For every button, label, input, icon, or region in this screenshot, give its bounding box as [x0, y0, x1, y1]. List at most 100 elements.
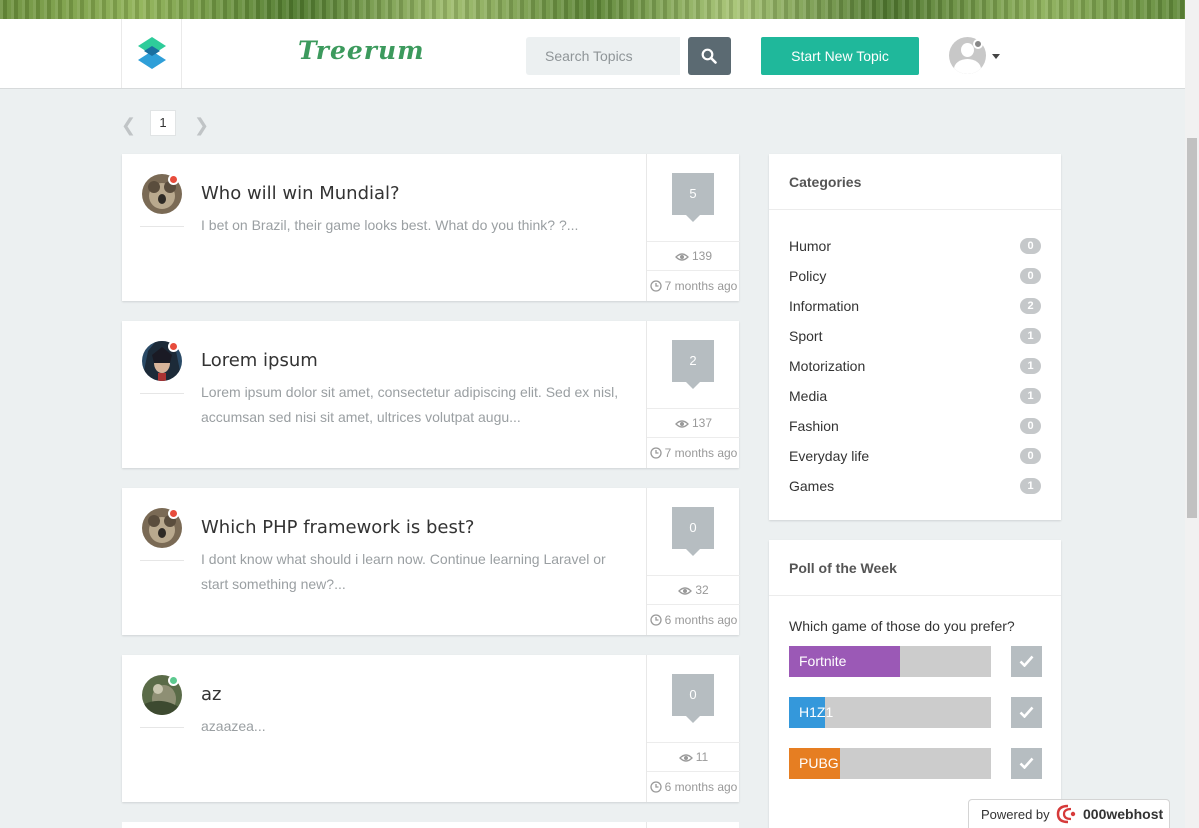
- poll-option-label: H1Z1: [799, 704, 834, 720]
- topic-stats: 5 139 7 months ago: [646, 154, 740, 301]
- clock-icon: [649, 781, 662, 793]
- search-button[interactable]: [688, 37, 731, 75]
- view-count: 32: [647, 575, 740, 605]
- status-badge: [168, 675, 179, 686]
- topic-stats: 2 137 7 months ago: [646, 321, 740, 468]
- category-name: Humor: [789, 238, 832, 254]
- status-badge: [168, 508, 179, 519]
- search-icon: [701, 48, 717, 64]
- topic-card[interactable]: [122, 822, 739, 828]
- category-name: Games: [789, 478, 835, 494]
- eye-icon: [675, 420, 689, 428]
- topic-card[interactable]: Lorem ipsum Lorem ipsum dolor sit amet, …: [122, 321, 740, 468]
- topic-title[interactable]: Lorem ipsum: [201, 350, 318, 371]
- topic-excerpt: azaazea...: [201, 718, 266, 734]
- site-logo[interactable]: [121, 19, 182, 88]
- powered-by-label: Powered by: [981, 807, 1050, 822]
- post-time-value: 7 months ago: [664, 446, 738, 460]
- poll-question: Which game of those do you prefer?: [789, 618, 1015, 634]
- powered-by-badge[interactable]: Powered by 000webhost: [968, 799, 1170, 828]
- reply-count: 0: [672, 674, 714, 723]
- chevron-right-icon[interactable]: ❯: [194, 115, 209, 136]
- eye-icon: [675, 253, 689, 261]
- reply-count: 5: [672, 173, 714, 222]
- poll-option: PUBG: [789, 748, 1042, 779]
- vote-button[interactable]: [1011, 697, 1042, 728]
- topic-stats: 0 11 6 months ago: [646, 655, 740, 802]
- poll-option: H1Z1: [789, 697, 1042, 728]
- category-item[interactable]: Sport 1: [769, 321, 1061, 351]
- post-time-value: 7 months ago: [664, 279, 738, 293]
- view-count: 11: [647, 742, 740, 772]
- poll-result-bar: H1Z1: [789, 697, 991, 728]
- user-menu[interactable]: [949, 37, 1001, 75]
- check-icon: [1019, 757, 1034, 769]
- scrollbar[interactable]: [1185, 0, 1199, 828]
- category-name: Fashion: [789, 418, 839, 434]
- category-item[interactable]: Policy 0: [769, 261, 1061, 291]
- view-count-value: 11: [695, 750, 709, 764]
- reply-count: 0: [672, 507, 714, 556]
- post-time: 7 months ago: [647, 271, 740, 301]
- page-number[interactable]: 1: [150, 110, 176, 136]
- topic-title[interactable]: az: [201, 684, 221, 705]
- topic-stats: 0 32 6 months ago: [646, 488, 740, 635]
- topic-card[interactable]: Which PHP framework is best? I dont know…: [122, 488, 740, 635]
- start-new-topic-button[interactable]: Start New Topic: [761, 37, 919, 75]
- status-badge: [168, 174, 179, 185]
- vote-button[interactable]: [1011, 748, 1042, 779]
- category-item[interactable]: Fashion 0: [769, 411, 1061, 441]
- poll-result-bar: PUBG: [789, 748, 991, 779]
- view-count: 137: [647, 408, 740, 438]
- category-count: 0: [1020, 268, 1041, 284]
- category-item[interactable]: Everyday life 0: [769, 441, 1061, 471]
- poll-option-label: Fortnite: [799, 653, 847, 669]
- category-name: Sport: [789, 328, 823, 344]
- logo-icon: [138, 37, 166, 69]
- poll-panel: Poll of the Week Which game of those do …: [769, 540, 1061, 828]
- category-list: Humor 0 Policy 0 Information 2 Sport 1 Motor…: [769, 210, 1061, 501]
- brand-name[interactable]: Treerum: [298, 36, 425, 65]
- category-count: 0: [1020, 238, 1041, 254]
- vote-button[interactable]: [1011, 646, 1042, 677]
- clock-icon: [649, 614, 662, 626]
- chevron-left-icon[interactable]: ❮: [121, 115, 136, 136]
- topic-excerpt: I bet on Brazil, their game looks best. …: [201, 217, 579, 233]
- topic-card[interactable]: az azaazea... 0 11 6 months ago: [122, 655, 740, 802]
- poll-option: Fortnite: [789, 646, 1042, 677]
- divider: [646, 822, 647, 828]
- clock-icon: [649, 280, 662, 292]
- category-item[interactable]: Motorization 1: [769, 351, 1061, 381]
- clock-icon: [649, 447, 662, 459]
- view-count-value: 32: [695, 583, 709, 597]
- webhost-brand: 000webhost: [1083, 806, 1164, 822]
- category-item[interactable]: Games 1: [769, 471, 1061, 501]
- categories-panel: Categories Humor 0 Policy 0 Information 2 S…: [769, 154, 1061, 520]
- poll-title: Poll of the Week: [769, 540, 1061, 596]
- category-count: 1: [1020, 358, 1041, 374]
- search-input[interactable]: [526, 37, 680, 75]
- category-name: Everyday life: [789, 448, 870, 464]
- scrollbar-thumb[interactable]: [1187, 138, 1197, 518]
- topic-title[interactable]: Which PHP framework is best?: [201, 517, 474, 538]
- poll-result-bar: Fortnite: [789, 646, 991, 677]
- webhost-logo-icon: [1056, 804, 1076, 824]
- topic-excerpt: Lorem ipsum dolor sit amet, consectetur …: [201, 384, 619, 425]
- divider: [140, 560, 184, 561]
- category-item[interactable]: Humor 0: [769, 231, 1061, 261]
- category-name: Information: [789, 298, 860, 314]
- divider: [140, 393, 184, 394]
- post-time: 6 months ago: [647, 772, 740, 802]
- category-count: 1: [1020, 328, 1041, 344]
- category-item[interactable]: Information 2: [769, 291, 1061, 321]
- topic-excerpt: I dont know what should i learn now. Con…: [201, 551, 606, 592]
- topic-title[interactable]: Who will win Mundial?: [201, 183, 400, 204]
- chevron-down-icon: [992, 54, 1000, 59]
- category-name: Policy: [789, 268, 827, 284]
- view-count-value: 137: [691, 416, 713, 430]
- category-item[interactable]: Media 1: [769, 381, 1061, 411]
- eye-icon: [678, 754, 693, 762]
- topic-card[interactable]: Who will win Mundial? I bet on Brazil, t…: [122, 154, 740, 301]
- divider: [140, 727, 184, 728]
- post-time: 7 months ago: [647, 438, 740, 468]
